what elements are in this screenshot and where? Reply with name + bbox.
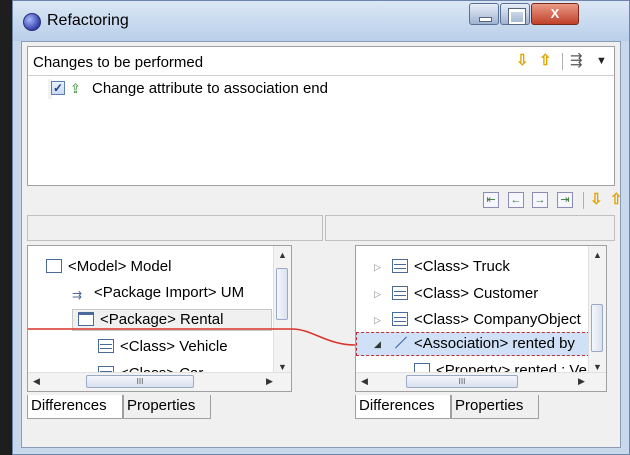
maximize-icon — [508, 8, 526, 25]
toolbar-separator — [583, 192, 584, 209]
package-import-icon: ⇉ — [72, 288, 83, 302]
changes-header: Changes to be performed ⇩ ⇧ ⇶ ▼ — [28, 47, 614, 76]
tree-node-class-truck[interactable]: ▷ <Class> Truck — [374, 258, 510, 278]
changes-title: Changes to be performed — [33, 54, 204, 71]
tree-node-package-import[interactable]: ⇉ <Package Import> UM — [72, 284, 244, 304]
tab-differences-right[interactable]: Differences — [355, 395, 451, 419]
compare-toolbar: ⇤ ← → ⇥ ⇩ ⇧ — [22, 190, 620, 212]
scroll-thumb[interactable]: III — [86, 375, 194, 388]
change-item-checkbox[interactable]: ✓ — [51, 81, 65, 95]
scroll-up-icon[interactable]: ▲ — [278, 250, 287, 260]
eclipse-icon — [23, 13, 41, 31]
class-icon — [392, 312, 408, 326]
next-difference-icon[interactable]: ⇩ — [590, 192, 603, 208]
class-icon — [392, 259, 408, 273]
close-button[interactable]: X — [531, 3, 579, 25]
filter-icon[interactable]: ⇶ — [570, 53, 583, 69]
tree-node-model[interactable]: <Model> Model — [46, 258, 171, 278]
scroll-up-icon[interactable]: ▲ — [593, 250, 602, 260]
view-menu-icon[interactable]: ▼ — [596, 53, 607, 69]
scroll-right-icon[interactable]: ▶ — [266, 376, 273, 387]
tab-properties-right[interactable]: Properties — [451, 395, 539, 419]
scroll-thumb[interactable]: III — [406, 375, 518, 388]
tree-node-class-vehicle[interactable]: <Class> Vehicle — [98, 338, 228, 358]
scroll-left-icon[interactable]: ◀ — [33, 376, 40, 387]
left-horizontal-scrollbar[interactable]: ◀ III ▶ — [28, 372, 291, 391]
association-icon — [392, 336, 408, 350]
scroll-left-icon[interactable]: ◀ — [361, 376, 368, 387]
scroll-thumb[interactable] — [276, 268, 288, 320]
refactoring-window: Refactoring X Changes to be performed ⇩ … — [12, 0, 630, 455]
close-icon: X — [550, 6, 560, 21]
class-icon — [98, 339, 114, 353]
tab-differences-left[interactable]: Differences — [27, 395, 123, 419]
minimize-icon — [479, 17, 492, 22]
collapse-icon[interactable]: ◢ — [374, 339, 384, 350]
change-item-label: Change attribute to association end — [92, 80, 328, 97]
class-icon — [392, 286, 408, 300]
tree-node-package-rental[interactable]: <Package> Rental — [78, 311, 223, 331]
package-icon — [78, 312, 94, 326]
toolbar-separator — [562, 53, 563, 70]
scroll-down-icon[interactable]: ▼ — [278, 362, 287, 372]
refactoring-change-icon: ⇪ — [70, 81, 81, 96]
arrow-up-icon[interactable]: ⇧ — [539, 53, 552, 69]
expand-icon[interactable]: ▷ — [374, 262, 384, 273]
left-vertical-scrollbar[interactable]: ▲ ▼ — [273, 246, 291, 375]
copy-right-icon[interactable]: → — [532, 192, 548, 208]
minimize-button[interactable] — [469, 3, 499, 25]
changes-panel: Changes to be performed ⇩ ⇧ ⇶ ▼ ✓ ⇪ Chan… — [27, 46, 615, 186]
right-vertical-scrollbar[interactable]: ▲ ▼ — [588, 246, 606, 375]
left-model-tree: <Model> Model ⇉ <Package Import> UM <Pack… — [27, 245, 292, 392]
maximize-button[interactable] — [500, 3, 530, 25]
copy-left-icon[interactable]: ← — [508, 192, 524, 208]
expand-icon[interactable]: ▷ — [374, 315, 384, 326]
right-horizontal-scrollbar[interactable]: ◀ III ▶ — [356, 372, 606, 391]
right-model-tree: ▷ <Class> Truck ▷ <Class> Customer ▷ <Class… — [355, 245, 607, 392]
left-pane-header — [27, 215, 323, 241]
model-icon — [46, 259, 62, 273]
previous-difference-icon[interactable]: ⇧ — [610, 192, 620, 208]
right-pane-header — [325, 215, 615, 241]
tree-node-association-rented-by[interactable]: ◢ <Association> rented by — [374, 335, 575, 355]
arrow-down-icon[interactable]: ⇩ — [516, 53, 529, 69]
tree-node-class-companyobject[interactable]: ▷ <Class> CompanyObject — [374, 311, 581, 331]
tab-properties-left[interactable]: Properties — [123, 395, 211, 419]
scroll-right-icon[interactable]: ▶ — [578, 376, 585, 387]
scroll-thumb[interactable] — [591, 304, 603, 352]
change-item[interactable]: ✓ ⇪ Change attribute to association end — [48, 79, 328, 99]
scroll-down-icon[interactable]: ▼ — [593, 362, 602, 372]
title-bar: Refactoring X — [13, 1, 629, 41]
expand-icon[interactable]: ▷ — [374, 289, 384, 300]
tree-node-class-customer[interactable]: ▷ <Class> Customer — [374, 285, 538, 305]
window-title: Refactoring — [47, 12, 129, 29]
copy-all-right-icon[interactable]: ⇥ — [557, 192, 573, 208]
dialog-client-area: Changes to be performed ⇩ ⇧ ⇶ ▼ ✓ ⇪ Chan… — [21, 41, 621, 448]
copy-all-left-icon[interactable]: ⇤ — [483, 192, 499, 208]
